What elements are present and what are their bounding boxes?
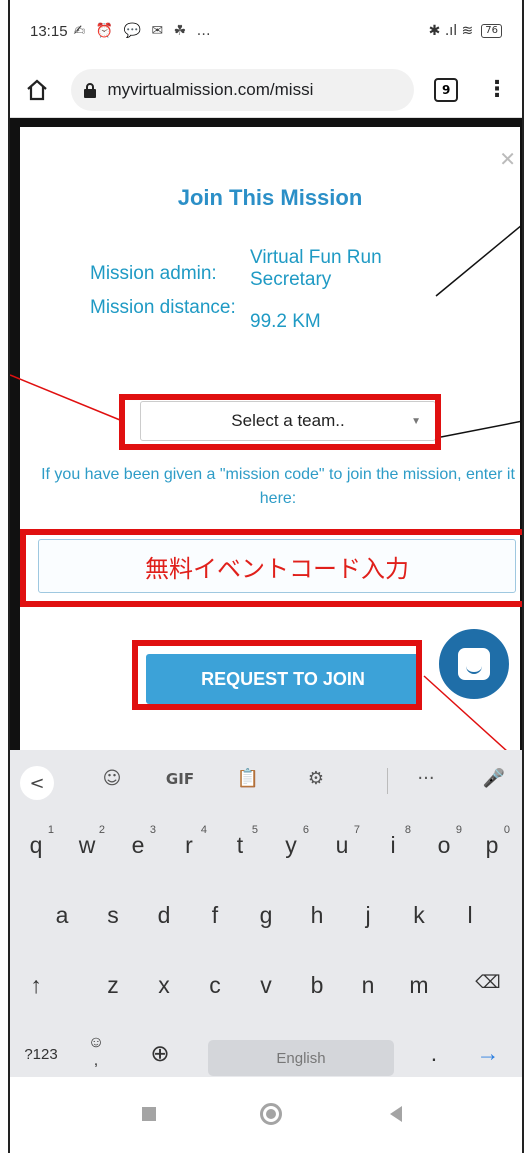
notification-icons: ✍ ⏰ 💬 ✉ ☘ … <box>73 23 214 39</box>
key-d[interactable]: d <box>144 902 184 929</box>
key-h[interactable]: h <box>297 902 337 929</box>
key-a[interactable]: a <box>42 902 82 929</box>
keyboard-toolbar: < ☺ GIF 📋 ⚙ ··· 🎤 <box>10 750 522 812</box>
key-row-2: a s d f g h j k l <box>10 902 522 956</box>
browser-toolbar: myvirtualmission.com/missi 9 ⋮ <box>10 62 522 118</box>
mission-info: Mission admin: Virtual Fun Run Secretary… <box>90 239 410 333</box>
key-e[interactable]: e3 <box>118 824 158 859</box>
system-nav-bar <box>10 1077 522 1153</box>
clipboard-icon[interactable]: 📋 <box>230 768 266 789</box>
chat-icon <box>458 648 490 680</box>
key-w[interactable]: w2 <box>67 824 107 859</box>
key-k[interactable]: k <box>399 902 439 929</box>
key-i[interactable]: i8 <box>373 824 413 859</box>
period-key[interactable]: . <box>414 1040 454 1067</box>
battery-icon: 76 <box>481 24 502 38</box>
sticker-icon[interactable]: ☺ <box>94 768 130 789</box>
key-z[interactable]: z <box>93 972 133 999</box>
keyboard-back-icon[interactable]: < <box>20 766 54 800</box>
gear-icon[interactable]: ⚙ <box>298 768 334 789</box>
key-o[interactable]: o9 <box>424 824 464 859</box>
key-f[interactable]: f <box>195 902 235 929</box>
modal-title: Join This Mission <box>177 185 363 210</box>
key-s[interactable]: s <box>93 902 133 929</box>
key-p[interactable]: p0 <box>472 824 512 859</box>
home-nav-icon[interactable] <box>260 1103 282 1125</box>
chat-button[interactable] <box>434 624 514 704</box>
menu-icon[interactable]: ⋮ <box>486 78 508 101</box>
key-n[interactable]: n <box>348 972 388 999</box>
team-select-highlight <box>119 394 441 450</box>
enter-key[interactable]: → <box>468 1040 508 1067</box>
code-input-highlight <box>20 529 522 607</box>
key-row-3: ↑ z x c v b n m ⌫ <box>10 972 522 1026</box>
recents-icon[interactable] <box>142 1107 156 1121</box>
back-nav-icon[interactable] <box>390 1106 402 1122</box>
phone-screen: 13:15 ✍ ⏰ 💬 ✉ ☘ … ✱ .ıl ≋ 76 myvirtualmi… <box>8 0 524 1153</box>
key-m[interactable]: m <box>399 972 439 999</box>
key-y[interactable]: y6 <box>271 824 311 859</box>
mission-code-hint: If you have been given a "mission code" … <box>41 466 515 507</box>
key-v[interactable]: v <box>246 972 286 999</box>
distance-label: Mission distance: <box>90 297 236 318</box>
key-c[interactable]: c <box>195 972 235 999</box>
url-field[interactable]: myvirtualmission.com/missi <box>71 68 415 111</box>
backspace-key[interactable]: ⌫ <box>468 972 508 993</box>
keyboard: < ☺ GIF 📋 ⚙ ··· 🎤 q1 w2 e3 r4 t5 y6 u7 i… <box>10 750 522 1077</box>
key-j[interactable]: j <box>348 902 388 929</box>
shift-key[interactable]: ↑ <box>16 972 56 999</box>
key-t[interactable]: t5 <box>220 824 260 859</box>
key-r[interactable]: r4 <box>169 824 209 859</box>
close-icon[interactable]: ✕ <box>499 147 516 171</box>
key-x[interactable]: x <box>144 972 184 999</box>
symbols-key[interactable]: ?123 <box>16 1046 66 1063</box>
url-text: myvirtualmission.com/missi <box>107 79 314 99</box>
status-time: 13:15 <box>30 22 68 40</box>
home-icon[interactable] <box>24 77 49 103</box>
join-button-highlight <box>132 640 422 710</box>
key-l[interactable]: l <box>450 902 490 929</box>
space-key[interactable]: English <box>208 1040 394 1076</box>
key-b[interactable]: b <box>297 972 337 999</box>
admin-value: Virtual Fun Run Secretary <box>250 247 382 290</box>
emoji-key[interactable]: ☺, <box>76 1034 116 1070</box>
admin-label: Mission admin: <box>90 263 217 284</box>
key-q[interactable]: q1 <box>16 824 56 859</box>
tab-switcher-button[interactable]: 9 <box>434 77 458 102</box>
globe-icon[interactable]: ⊕ <box>140 1040 180 1067</box>
signal-icons: ✱ .ıl ≋ <box>428 23 474 39</box>
more-icon[interactable]: ··· <box>408 768 444 789</box>
status-bar: 13:15 ✍ ⏰ 💬 ✉ ☘ … ✱ .ıl ≋ 76 <box>10 0 522 62</box>
distance-value: 99.2 KM <box>250 311 321 332</box>
key-u[interactable]: u7 <box>322 824 362 859</box>
gif-button[interactable]: GIF <box>162 770 198 788</box>
key-row-1: q1 w2 e3 r4 t5 y6 u7 i8 o9 p0 <box>10 824 522 886</box>
lock-icon <box>84 82 97 98</box>
key-g[interactable]: g <box>246 902 286 929</box>
microphone-icon[interactable]: 🎤 <box>476 768 512 789</box>
